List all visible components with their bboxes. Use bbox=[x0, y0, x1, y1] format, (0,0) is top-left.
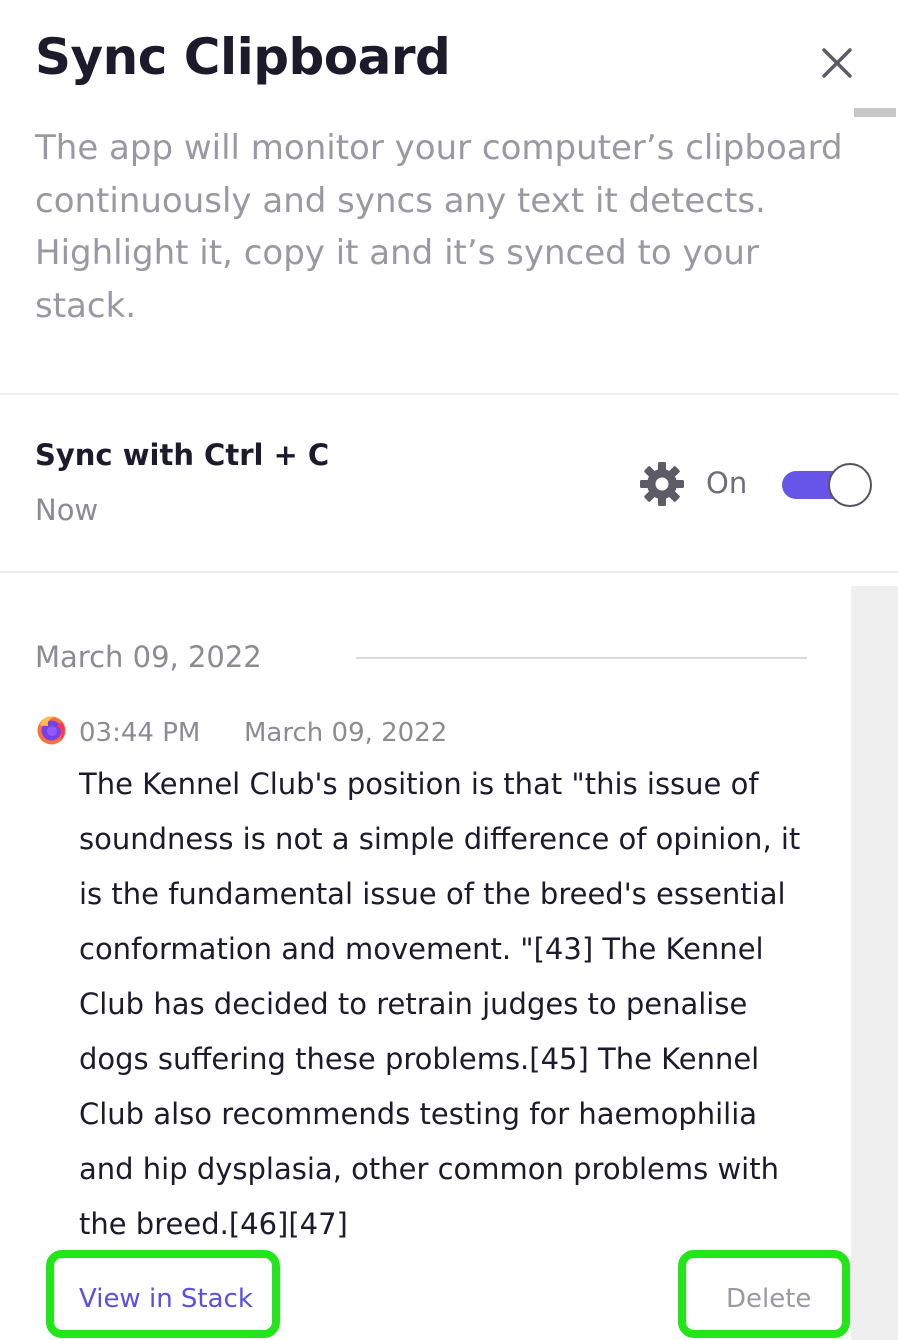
settings-button[interactable] bbox=[638, 460, 686, 508]
panel-header: Sync Clipboard The app will monitor your… bbox=[0, 0, 898, 395]
date-divider bbox=[356, 657, 807, 659]
view-in-stack-button[interactable]: View in Stack bbox=[46, 1250, 280, 1338]
view-in-stack-label: View in Stack bbox=[79, 1284, 253, 1314]
sync-setting-subtitle: Now bbox=[35, 493, 99, 527]
toggle-status-label: On bbox=[706, 466, 748, 500]
close-icon bbox=[822, 48, 852, 78]
page-title: Sync Clipboard bbox=[35, 28, 451, 86]
sync-setting-title: Sync with Ctrl + C bbox=[35, 438, 330, 472]
clip-time: 03:44 PM bbox=[79, 718, 201, 748]
gear-icon bbox=[640, 462, 684, 506]
date-group-header: March 09, 2022 bbox=[35, 640, 262, 674]
toggle-knob bbox=[828, 463, 872, 507]
delete-button[interactable]: Delete bbox=[678, 1250, 850, 1338]
scrollbar-thumb[interactable] bbox=[854, 108, 896, 117]
sync-toggle[interactable] bbox=[780, 463, 872, 507]
clip-date: March 09, 2022 bbox=[244, 718, 448, 748]
clip-text[interactable]: The Kennel Club's position is that "this… bbox=[79, 757, 819, 1252]
delete-label: Delete bbox=[726, 1284, 812, 1314]
firefox-icon bbox=[35, 713, 68, 746]
divider bbox=[0, 393, 898, 395]
scrollbar-track[interactable] bbox=[851, 586, 898, 1340]
divider bbox=[0, 571, 898, 573]
sync-setting-row bbox=[0, 396, 898, 572]
panel-description: The app will monitor your computer’s cli… bbox=[35, 128, 843, 326]
close-button[interactable] bbox=[812, 38, 862, 88]
